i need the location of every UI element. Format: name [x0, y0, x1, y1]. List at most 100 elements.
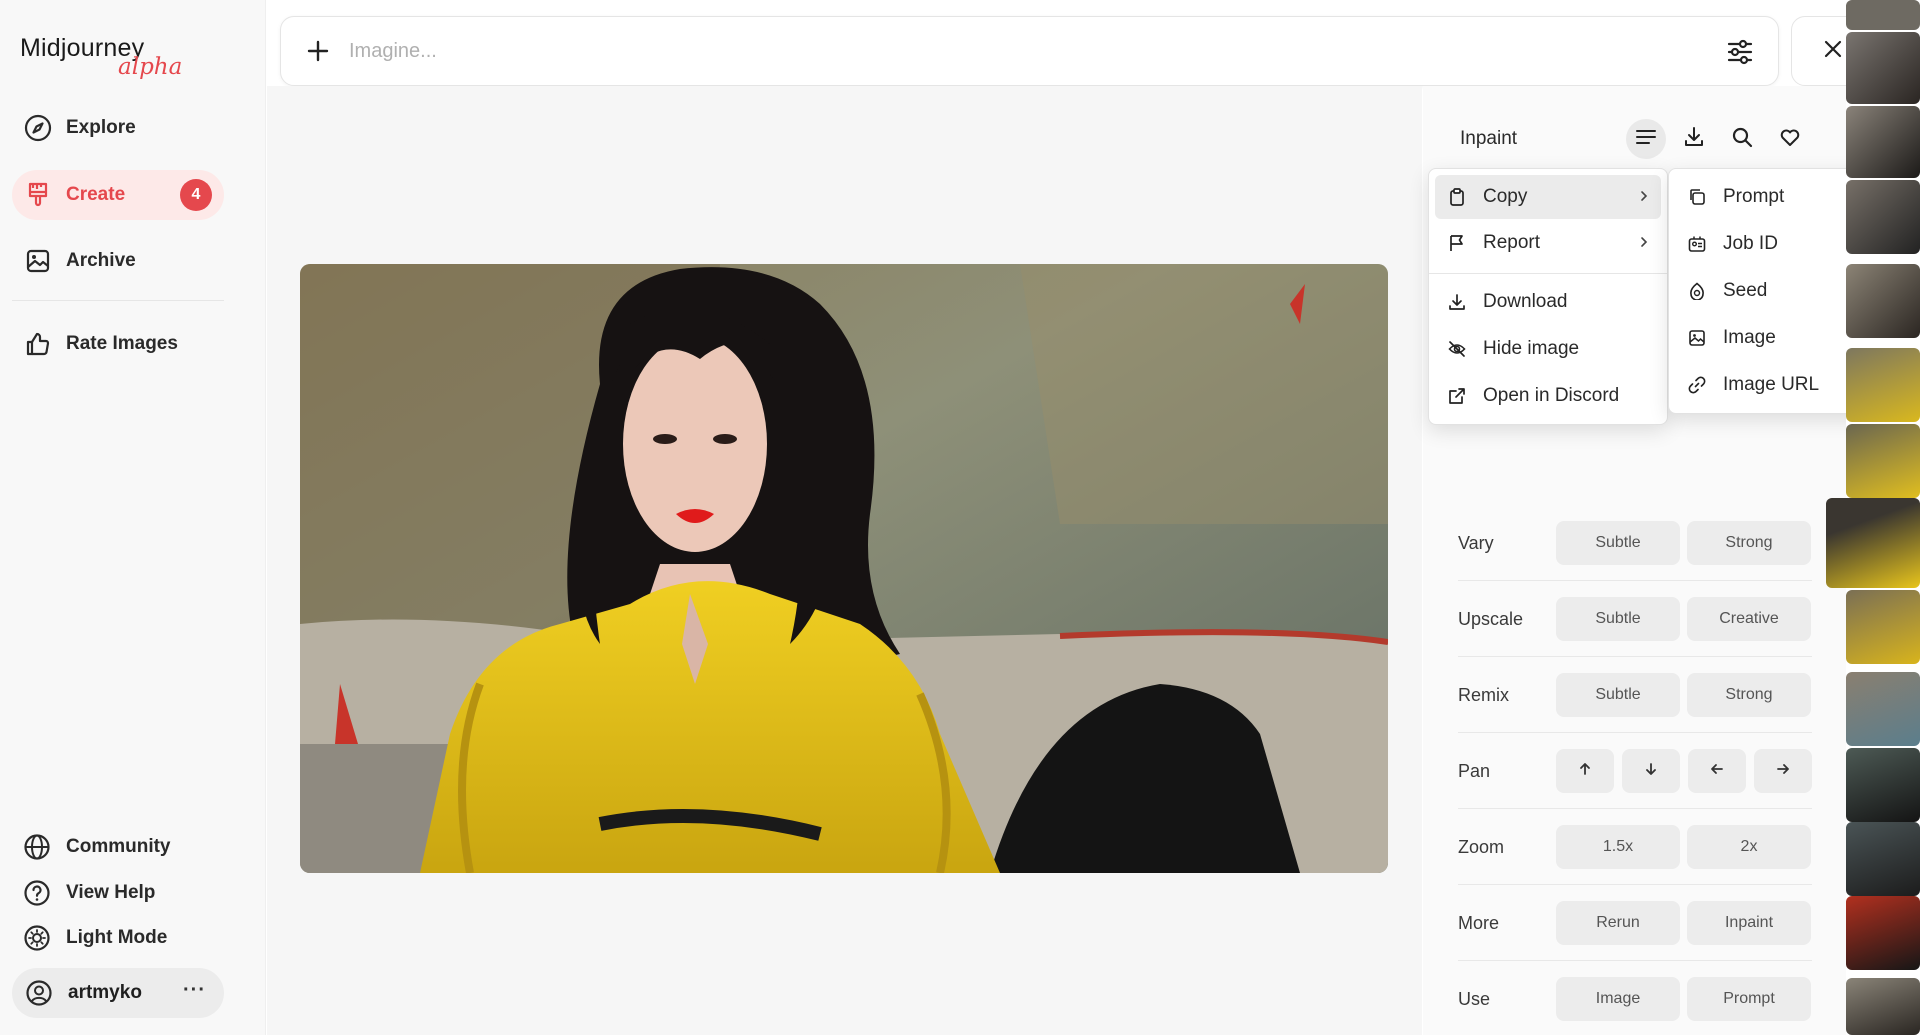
download-icon	[1683, 126, 1705, 153]
clipboard-icon	[1447, 187, 1467, 207]
use-image-button[interactable]: Image	[1556, 977, 1680, 1021]
upscale-creative-button[interactable]: Creative	[1687, 597, 1811, 641]
sidebar-item-label: Rate Images	[66, 333, 178, 354]
menu-item-label: Job ID	[1723, 233, 1778, 254]
upscale-label: Upscale	[1458, 609, 1524, 629]
menu-item-open-in-discord[interactable]: Open in Discord	[1435, 374, 1661, 418]
menu-item-label: Seed	[1723, 280, 1768, 301]
seed-icon	[1687, 281, 1707, 301]
create-count-badge: 4	[180, 179, 212, 211]
thumbnail[interactable]	[1846, 424, 1920, 498]
chevron-right-icon	[1639, 187, 1649, 209]
pan-left-button[interactable]	[1688, 749, 1746, 793]
help-icon	[22, 878, 52, 908]
sliders-icon[interactable]	[1724, 36, 1756, 68]
vary-strong-button[interactable]: Strong	[1687, 521, 1811, 565]
arrow-down-icon	[1644, 762, 1658, 781]
pan-up-button[interactable]	[1556, 749, 1614, 793]
use-prompt-button[interactable]: Prompt	[1687, 977, 1811, 1021]
zoom-1-5x-button[interactable]: 1.5x	[1556, 825, 1680, 869]
thumbnail[interactable]	[1846, 180, 1920, 254]
sidebar-item-community[interactable]: Community	[22, 830, 171, 864]
remix-strong-button[interactable]: Strong	[1687, 673, 1811, 717]
menu-item-hide-image[interactable]: Hide image	[1435, 327, 1661, 371]
menu-item-label: Report	[1483, 232, 1541, 253]
copy-icon	[1687, 187, 1707, 207]
app-logo[interactable]: Midjourney alpha	[20, 34, 220, 88]
close-icon	[1823, 39, 1843, 64]
remix-row: Remix Subtle Strong	[1458, 657, 1812, 733]
flag-icon	[1447, 233, 1467, 253]
search-button[interactable]	[1722, 119, 1762, 159]
sidebar-item-archive[interactable]: Archive	[12, 236, 224, 286]
thumbnail-selected[interactable]	[1826, 498, 1920, 588]
download-icon	[1447, 292, 1467, 312]
thumbnail[interactable]	[1846, 348, 1920, 422]
menu-item-copy[interactable]: Copy	[1435, 175, 1661, 219]
sidebar-item-rate-images[interactable]: Rate Images	[12, 319, 224, 369]
zoom-2x-button[interactable]: 2x	[1687, 825, 1811, 869]
sidebar-item-explore[interactable]: Explore	[12, 103, 224, 153]
thumbnail[interactable]	[1846, 672, 1920, 746]
user-account-bar[interactable]: artmyko ···	[12, 968, 224, 1018]
thumbnail[interactable]	[1846, 106, 1920, 178]
download-button[interactable]	[1674, 119, 1714, 159]
arrow-right-icon	[1776, 762, 1790, 781]
sidebar-item-label: Archive	[66, 250, 136, 271]
thumbnail[interactable]	[1846, 896, 1920, 970]
compass-icon	[24, 114, 52, 142]
generated-image[interactable]	[300, 264, 1388, 873]
rerun-button[interactable]: Rerun	[1556, 901, 1680, 945]
plus-icon[interactable]	[303, 36, 333, 66]
thumbnail[interactable]	[1846, 822, 1920, 896]
sidebar-item-label: View Help	[66, 882, 156, 903]
sidebar-item-view-help[interactable]: View Help	[22, 876, 155, 910]
sidebar-item-label: Create	[66, 184, 126, 205]
inpaint-button[interactable]: Inpaint	[1687, 901, 1811, 945]
sidebar-item-light-mode[interactable]: Light Mode	[22, 921, 167, 955]
more-options-button[interactable]: ···	[183, 979, 206, 1002]
sidebar-divider	[12, 300, 224, 301]
vary-subtle-button[interactable]: Subtle	[1556, 521, 1680, 565]
thumbnail[interactable]	[1846, 32, 1920, 104]
zoom-row: Zoom 1.5x 2x	[1458, 809, 1812, 885]
sidebar: Midjourney alpha Explore Create 4 Archiv…	[0, 0, 266, 1035]
sidebar-item-create[interactable]: Create 4	[12, 170, 224, 220]
thumbnail[interactable]	[1846, 748, 1920, 822]
menu-item-label: Copy	[1483, 186, 1528, 207]
upscale-subtle-button[interactable]: Subtle	[1556, 597, 1680, 641]
menu-lines-icon	[1635, 126, 1657, 153]
remix-subtle-button[interactable]: Subtle	[1556, 673, 1680, 717]
image-icon	[24, 247, 52, 275]
link-icon	[1687, 375, 1707, 395]
image-icon	[1687, 328, 1707, 348]
sidebar-item-label: Explore	[66, 117, 136, 138]
menu-item-label: Hide image	[1483, 338, 1580, 359]
menu-item-label: Prompt	[1723, 186, 1785, 207]
external-link-icon	[1447, 386, 1467, 406]
pan-right-button[interactable]	[1754, 749, 1812, 793]
use-row: Use Image Prompt	[1458, 961, 1812, 1035]
menu-item-report[interactable]: Report	[1435, 221, 1661, 265]
pan-label: Pan	[1458, 761, 1491, 781]
menu-item-label: Open in Discord	[1483, 385, 1620, 406]
thumbnail[interactable]	[1846, 590, 1920, 664]
user-avatar-icon	[24, 978, 54, 1008]
pan-down-button[interactable]	[1622, 749, 1680, 793]
options-menu-button[interactable]	[1626, 119, 1666, 159]
imagine-input[interactable]	[349, 39, 1649, 63]
globe-icon	[22, 832, 52, 862]
thumbnail[interactable]	[1846, 978, 1920, 1035]
arrow-up-icon	[1578, 762, 1592, 781]
like-button[interactable]	[1770, 119, 1810, 159]
thumbnail[interactable]	[1846, 0, 1920, 30]
options-menu: Copy Report Download Hide image Open in …	[1428, 168, 1668, 425]
menu-item-label: Image URL	[1723, 374, 1820, 395]
sidebar-item-label: Community	[66, 836, 171, 857]
thumbs-up-icon	[24, 330, 52, 358]
prompt-bar	[280, 16, 1779, 86]
eye-off-icon	[1447, 339, 1467, 359]
menu-item-download[interactable]: Download	[1435, 280, 1661, 324]
sidebar-item-label: Light Mode	[66, 927, 168, 948]
thumbnail[interactable]	[1846, 264, 1920, 338]
